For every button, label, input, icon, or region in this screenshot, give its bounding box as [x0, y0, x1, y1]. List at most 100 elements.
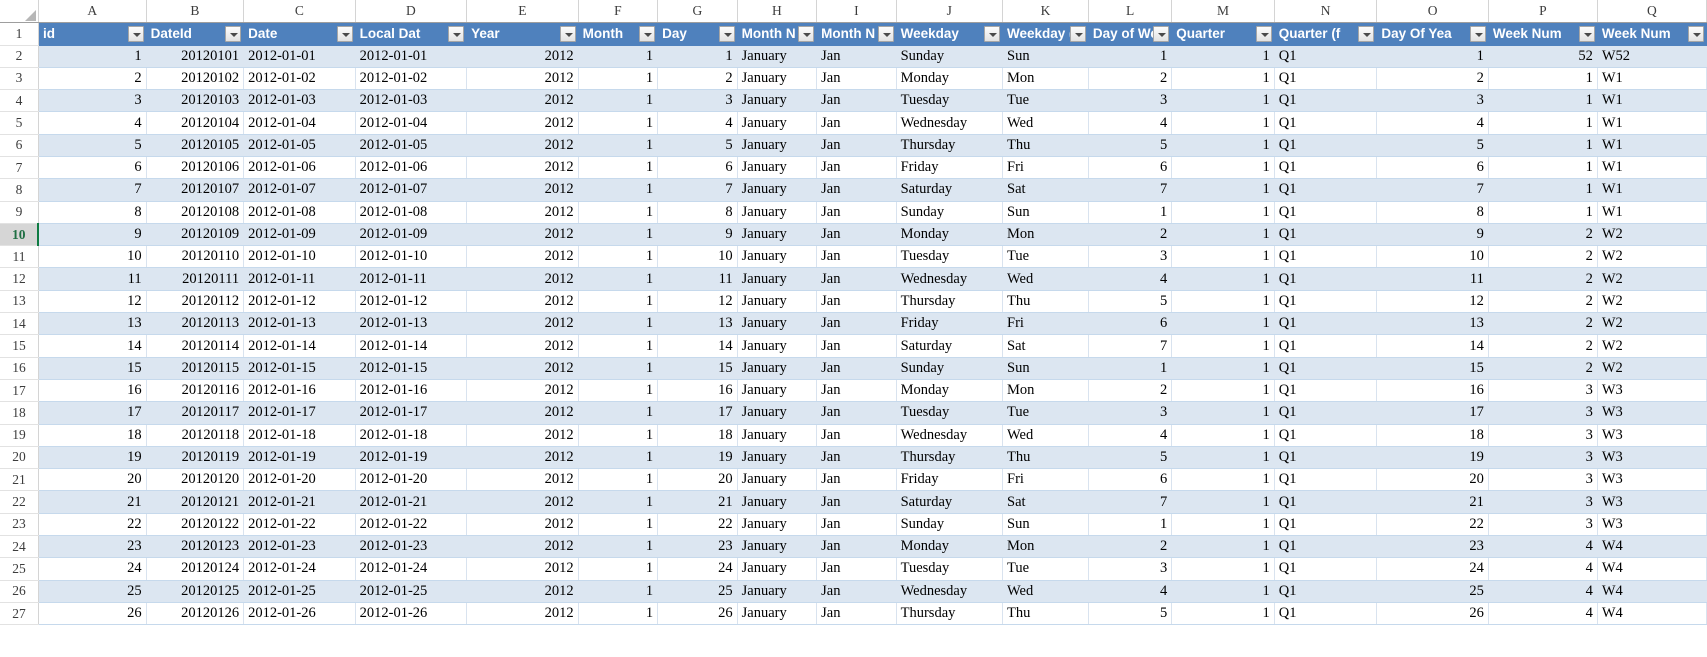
cell-M17[interactable]: 1	[1171, 379, 1275, 403]
cell-G8[interactable]: 7	[657, 178, 738, 202]
cell-B21[interactable]: 20120120	[146, 468, 245, 492]
cell-F14[interactable]: 1	[578, 312, 659, 336]
cell-J14[interactable]: Friday	[896, 312, 1004, 336]
cell-N27[interactable]: Q1	[1274, 602, 1378, 626]
cell-F2[interactable]: 1	[578, 45, 659, 68]
cell-C27[interactable]: 2012-01-26	[243, 602, 356, 626]
cell-H4[interactable]: January	[737, 89, 818, 113]
cell-Q2[interactable]: W52	[1597, 45, 1707, 68]
cell-J2[interactable]: Sunday	[896, 45, 1004, 68]
cell-D19[interactable]: 2012-01-18	[355, 424, 468, 447]
cell-J15[interactable]: Saturday	[896, 334, 1004, 358]
row-header-21[interactable]: 21	[0, 468, 39, 492]
table-header-f[interactable]: Month	[578, 22, 659, 46]
table-row[interactable]: 15 14 20120114 2012-01-14 2012-01-14 2012 1 14 J…	[0, 334, 1707, 358]
filter-dropdown-icon-c[interactable]	[336, 25, 353, 42]
cell-K18[interactable]: Tue	[1002, 401, 1089, 425]
cell-J8[interactable]: Saturday	[896, 178, 1004, 202]
cell-Q15[interactable]: W2	[1597, 334, 1707, 358]
filter-dropdown-icon-h[interactable]	[798, 25, 815, 42]
column-header-i[interactable]: I	[816, 0, 897, 23]
table-row[interactable]: 8 7 20120107 2012-01-07 2012-01-07 2012 1 7 Janu…	[0, 178, 1707, 202]
filter-dropdown-icon-a[interactable]	[127, 25, 144, 42]
cell-G27[interactable]: 26	[657, 602, 738, 626]
cell-D24[interactable]: 2012-01-23	[355, 535, 468, 559]
cell-A3[interactable]: 2	[38, 67, 147, 91]
cell-P21[interactable]: 3	[1488, 468, 1598, 492]
cell-Q23[interactable]: W3	[1597, 513, 1707, 537]
cell-B25[interactable]: 20120124	[146, 557, 245, 581]
cell-M10[interactable]: 1	[1171, 223, 1275, 247]
cell-O11[interactable]: 10	[1376, 245, 1489, 269]
cell-B4[interactable]: 20120103	[146, 89, 245, 113]
filter-dropdown-icon-k[interactable]	[1069, 25, 1086, 42]
cell-N3[interactable]: Q1	[1274, 67, 1378, 91]
cell-I8[interactable]: Jan	[816, 178, 897, 202]
cell-J27[interactable]: Thursday	[896, 602, 1004, 626]
cell-F23[interactable]: 1	[578, 513, 659, 537]
cell-I14[interactable]: Jan	[816, 312, 897, 336]
cell-J13[interactable]: Thursday	[896, 290, 1004, 314]
cell-K20[interactable]: Thu	[1002, 446, 1089, 470]
table-header-o[interactable]: Day Of Yea	[1376, 22, 1489, 46]
cell-E11[interactable]: 2012	[466, 245, 579, 269]
cell-A15[interactable]: 14	[38, 334, 147, 358]
cell-J12[interactable]: Wednesday	[896, 267, 1004, 291]
cell-L23[interactable]: 1	[1088, 513, 1173, 537]
cell-A5[interactable]: 4	[38, 111, 147, 135]
cell-G14[interactable]: 13	[657, 312, 738, 336]
cell-M6[interactable]: 1	[1171, 134, 1275, 157]
cell-L24[interactable]: 2	[1088, 535, 1173, 559]
cell-B10[interactable]: 20120109	[146, 223, 245, 247]
cell-N13[interactable]: Q1	[1274, 290, 1378, 314]
cell-E26[interactable]: 2012	[466, 580, 579, 603]
table-row[interactable]: 5 4 20120104 2012-01-04 2012-01-04 2012 1 4 Janu…	[0, 111, 1707, 135]
table-header-g[interactable]: Day	[657, 22, 738, 46]
table-row[interactable]: 27 26 20120126 2012-01-26 2012-01-26 2012 1 26 J…	[0, 602, 1707, 626]
cell-E7[interactable]: 2012	[466, 156, 579, 180]
cell-L15[interactable]: 7	[1088, 334, 1173, 358]
cell-A20[interactable]: 19	[38, 446, 147, 470]
cell-Q13[interactable]: W2	[1597, 290, 1707, 314]
cell-L4[interactable]: 3	[1088, 89, 1173, 113]
cell-L3[interactable]: 2	[1088, 67, 1173, 91]
cell-M3[interactable]: 1	[1171, 67, 1275, 91]
worksheet-grid[interactable]: ABCDEFGHIJKLMNOPQ 1 id DateId Date Local Dat…	[0, 0, 1707, 626]
cell-M15[interactable]: 1	[1171, 334, 1275, 358]
cell-P22[interactable]: 3	[1488, 490, 1598, 514]
cell-I5[interactable]: Jan	[816, 111, 897, 135]
cell-K15[interactable]: Sat	[1002, 334, 1089, 358]
filter-dropdown-icon-o[interactable]	[1469, 25, 1486, 42]
cell-G26[interactable]: 25	[657, 580, 738, 603]
cell-K22[interactable]: Sat	[1002, 490, 1089, 514]
cell-L10[interactable]: 2	[1088, 223, 1173, 247]
cell-O14[interactable]: 13	[1376, 312, 1489, 336]
cell-P19[interactable]: 3	[1488, 424, 1598, 447]
table-row[interactable]: 22 21 20120121 2012-01-21 2012-01-21 2012 1 21 J…	[0, 490, 1707, 514]
cell-A27[interactable]: 26	[38, 602, 147, 626]
cell-C10[interactable]: 2012-01-09	[243, 223, 356, 247]
column-header-g[interactable]: G	[657, 0, 738, 23]
cell-F15[interactable]: 1	[578, 334, 659, 358]
cell-P12[interactable]: 2	[1488, 267, 1598, 291]
cell-M27[interactable]: 1	[1171, 602, 1275, 626]
cell-I17[interactable]: Jan	[816, 379, 897, 403]
cell-G12[interactable]: 11	[657, 267, 738, 291]
cell-H11[interactable]: January	[737, 245, 818, 269]
cell-K19[interactable]: Wed	[1002, 424, 1089, 447]
filter-dropdown-icon-g[interactable]	[718, 25, 735, 42]
row-header-12[interactable]: 12	[0, 267, 39, 291]
cell-L16[interactable]: 1	[1088, 357, 1173, 380]
row-header-2[interactable]: 2	[0, 45, 39, 68]
cell-F9[interactable]: 1	[578, 201, 659, 224]
table-row[interactable]: 3 2 20120102 2012-01-02 2012-01-02 2012 1 2 Janu…	[0, 67, 1707, 91]
cell-O12[interactable]: 11	[1376, 267, 1489, 291]
cell-N22[interactable]: Q1	[1274, 490, 1378, 514]
cell-G25[interactable]: 24	[657, 557, 738, 581]
cell-D26[interactable]: 2012-01-25	[355, 580, 468, 603]
cell-P11[interactable]: 2	[1488, 245, 1598, 269]
cell-A23[interactable]: 22	[38, 513, 147, 537]
filter-dropdown-icon-i[interactable]	[877, 25, 894, 42]
cell-I26[interactable]: Jan	[816, 580, 897, 603]
cell-P2[interactable]: 52	[1488, 45, 1598, 68]
